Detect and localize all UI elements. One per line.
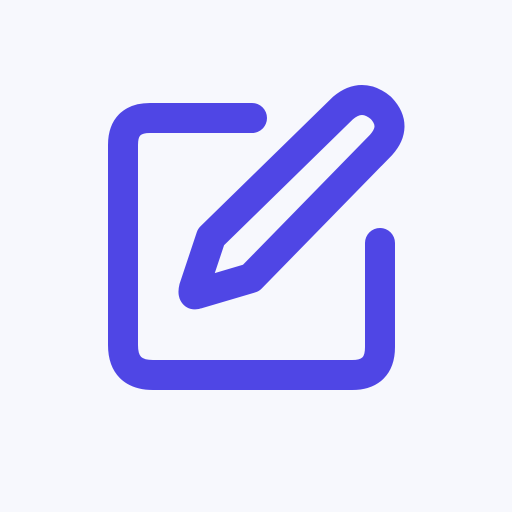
edit-icon-strokes (108, 85, 405, 390)
icon-canvas (0, 0, 512, 512)
edit-icon (0, 0, 512, 512)
document-square-outline (108, 103, 395, 390)
